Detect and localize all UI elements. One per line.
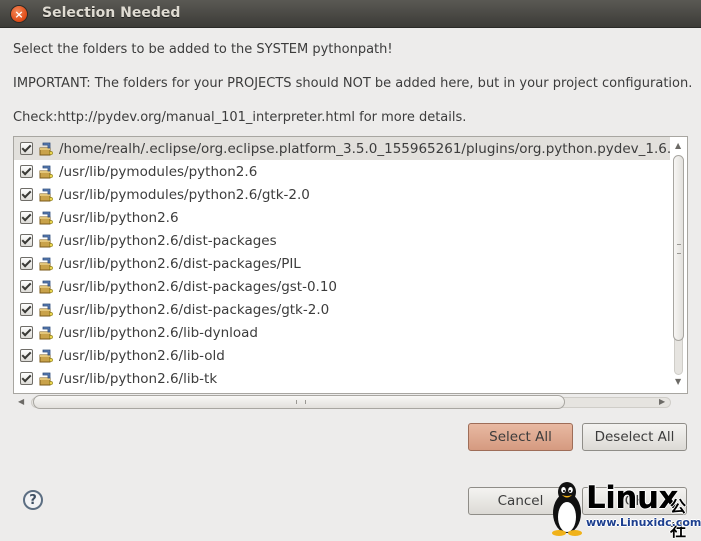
folder-list-item[interactable]: /usr/lib/python2.6/dist-packages/PIL [14,252,670,275]
folder-checkbox[interactable] [20,326,33,339]
python-package-icon [39,188,53,202]
scroll-right-arrow-icon[interactable]: ▶ [659,398,665,406]
folder-checkbox[interactable] [20,303,33,316]
folder-path: /usr/lib/python2.6/dist-packages/gst-0.1… [59,278,338,295]
watermark-url: www.Linuxidc.com [586,516,701,529]
python-package-icon [39,142,53,156]
folder-list-item[interactable]: /home/realh/.eclipse/org.eclipse.platfor… [14,137,670,160]
folder-checkbox[interactable] [20,142,33,155]
folder-checkbox[interactable] [20,257,33,270]
folder-list-item[interactable]: /usr/lib/python2.6/dist-packages [14,229,670,252]
window-titlebar: × Selection Needed [0,0,701,28]
horizontal-scrollbar[interactable]: ◀ ▶ [13,394,688,410]
scroll-up-arrow-icon[interactable]: ▲ [675,142,681,150]
folder-path: /usr/lib/python2.6/lib-dynload [59,324,259,341]
folder-path: /home/realh/.eclipse/org.eclipse.platfor… [59,140,670,157]
instruction-text: Select the folders to be added to the SY… [13,42,393,57]
python-package-icon [39,280,53,294]
folder-path: /usr/lib/pymodules/python2.6 [59,163,258,180]
folder-list-item[interactable]: /usr/lib/python2.6/lib-dynload [14,321,670,344]
tux-penguin-icon [552,482,582,536]
folder-checkbox[interactable] [20,188,33,201]
folder-checkbox[interactable] [20,280,33,293]
python-package-icon [39,257,53,271]
folder-list-item[interactable]: /usr/lib/pymodules/python2.6/gtk-2.0 [14,183,670,206]
python-package-icon [39,326,53,340]
folder-path: /usr/lib/pymodules/python2.6/gtk-2.0 [59,186,310,203]
folder-list-item[interactable]: /usr/lib/python2.6 [14,206,670,229]
folder-list-item[interactable]: /usr/lib/pymodules/python2.6 [14,160,670,183]
help-icon[interactable]: ? [23,490,43,510]
python-package-icon [39,303,53,317]
python-package-icon [39,349,53,363]
python-package-icon [39,234,53,248]
vertical-scroll-thumb[interactable] [673,155,684,341]
close-icon[interactable]: × [11,6,27,22]
python-package-icon [39,372,53,386]
scroll-down-arrow-icon[interactable]: ▼ [675,378,681,386]
folder-checkbox[interactable] [20,211,33,224]
python-package-icon [39,165,53,179]
folder-list-rows: /home/realh/.eclipse/org.eclipse.platfor… [14,137,670,393]
folder-path: /usr/lib/python2.6/lib-tk [59,370,218,387]
site-watermark: Linux 公社 www.Linuxidc.com [548,480,701,540]
folder-list: /home/realh/.eclipse/org.eclipse.platfor… [13,136,688,394]
watermark-brand: Linux [586,480,679,516]
folder-checkbox[interactable] [20,165,33,178]
folder-path: /usr/lib/python2.6/lib-old [59,347,225,364]
vertical-scrollbar[interactable]: ▲ ▼ [670,137,687,393]
folder-checkbox[interactable] [20,372,33,385]
deselect-all-button[interactable]: Deselect All [582,423,687,451]
details-link-text: Check:http://pydev.org/manual_101_interp… [13,110,467,125]
window-title: Selection Needed [42,5,181,21]
folder-list-item[interactable]: /usr/lib/python2.6/lib-tk [14,367,670,390]
scroll-left-arrow-icon[interactable]: ◀ [18,398,24,406]
folder-path: /usr/lib/python2.6/dist-packages/PIL [59,255,301,272]
folder-list-item[interactable]: /usr/lib/python2.6/dist-packages/gst-0.1… [14,275,670,298]
folder-path: /usr/lib/python2.6/dist-packages/gtk-2.0 [59,301,330,318]
folder-list-item[interactable]: /usr/lib/python2.6/lib-old [14,344,670,367]
folder-path: /usr/lib/python2.6 [59,209,179,226]
python-package-icon [39,211,53,225]
select-all-button[interactable]: Select All [468,423,573,451]
folder-list-item[interactable]: /usr/lib/python2.6/dist-packages/gtk-2.0 [14,298,670,321]
folder-checkbox[interactable] [20,349,33,362]
horizontal-scroll-thumb[interactable] [33,395,565,409]
folder-checkbox[interactable] [20,234,33,247]
folder-path: /usr/lib/python2.6/dist-packages [59,232,277,249]
important-note: IMPORTANT: The folders for your PROJECTS… [13,76,693,91]
